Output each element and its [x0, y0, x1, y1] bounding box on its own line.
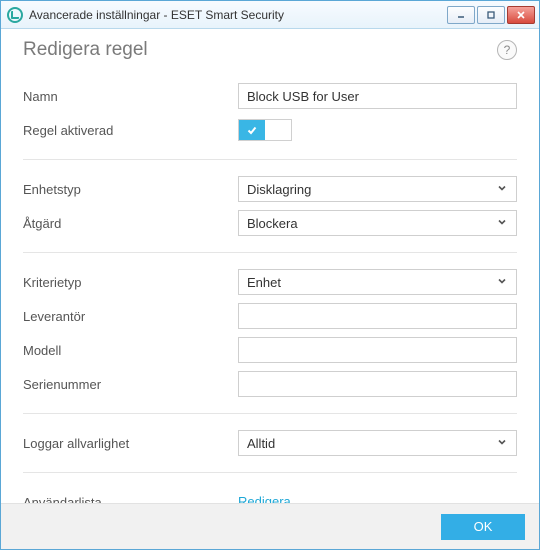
row-model: Modell	[23, 333, 517, 367]
help-button[interactable]: ?	[497, 40, 517, 60]
device-type-select[interactable]: Disklagring	[238, 176, 517, 202]
name-input[interactable]	[238, 83, 517, 109]
device-type-value: Disklagring	[247, 182, 311, 197]
toggle-off-side	[265, 120, 291, 140]
log-severity-label: Loggar allvarlighet	[23, 436, 238, 451]
page-title: Redigera regel	[23, 39, 148, 61]
divider	[23, 413, 517, 414]
model-label: Modell	[23, 343, 238, 358]
row-name: Namn	[23, 79, 517, 113]
criteria-type-value: Enhet	[247, 275, 281, 290]
eset-app-icon	[7, 7, 23, 23]
content-area: Redigera regel ? Namn Regel aktiverad	[1, 29, 539, 503]
device-type-label: Enhetstyp	[23, 182, 238, 197]
chevron-down-icon	[496, 436, 508, 451]
vendor-label: Leverantör	[23, 309, 238, 324]
chevron-down-icon	[496, 182, 508, 197]
enabled-toggle[interactable]	[238, 119, 292, 141]
window-title: Avancerade inställningar - ESET Smart Se…	[29, 8, 447, 22]
action-label: Åtgärd	[23, 216, 238, 231]
dialog-footer: OK	[1, 503, 539, 549]
ok-button[interactable]: OK	[441, 514, 525, 540]
row-action: Åtgärd Blockera	[23, 206, 517, 240]
chevron-down-icon	[496, 275, 508, 290]
chevron-down-icon	[496, 216, 508, 231]
criteria-type-select[interactable]: Enhet	[238, 269, 517, 295]
serial-label: Serienummer	[23, 377, 238, 392]
model-input[interactable]	[238, 337, 517, 363]
enabled-label: Regel aktiverad	[23, 123, 238, 138]
divider	[23, 252, 517, 253]
criteria-type-label: Kriterietyp	[23, 275, 238, 290]
row-serial: Serienummer	[23, 367, 517, 401]
serial-input[interactable]	[238, 371, 517, 397]
titlebar[interactable]: Avancerade inställningar - ESET Smart Se…	[1, 1, 539, 29]
row-criteria-type: Kriterietyp Enhet	[23, 265, 517, 299]
window-frame: Avancerade inställningar - ESET Smart Se…	[0, 0, 540, 550]
vendor-input[interactable]	[238, 303, 517, 329]
window-controls	[447, 6, 535, 24]
divider	[23, 159, 517, 160]
row-user-list: Användarlista Redigera	[23, 485, 517, 503]
row-vendor: Leverantör	[23, 299, 517, 333]
check-icon	[239, 120, 265, 140]
row-device-type: Enhetstyp Disklagring	[23, 172, 517, 206]
form-area: Namn Regel aktiverad En	[23, 79, 517, 503]
user-list-edit-link[interactable]: Redigera	[238, 494, 291, 503]
page-header: Redigera regel ?	[23, 39, 517, 61]
log-severity-value: Alltid	[247, 436, 275, 451]
log-severity-select[interactable]: Alltid	[238, 430, 517, 456]
action-select[interactable]: Blockera	[238, 210, 517, 236]
name-label: Namn	[23, 89, 238, 104]
minimize-button[interactable]	[447, 6, 475, 24]
user-list-label: Användarlista	[23, 495, 238, 504]
maximize-button[interactable]	[477, 6, 505, 24]
divider	[23, 472, 517, 473]
row-enabled: Regel aktiverad	[23, 113, 517, 147]
close-button[interactable]	[507, 6, 535, 24]
row-log-severity: Loggar allvarlighet Alltid	[23, 426, 517, 460]
action-value: Blockera	[247, 216, 298, 231]
